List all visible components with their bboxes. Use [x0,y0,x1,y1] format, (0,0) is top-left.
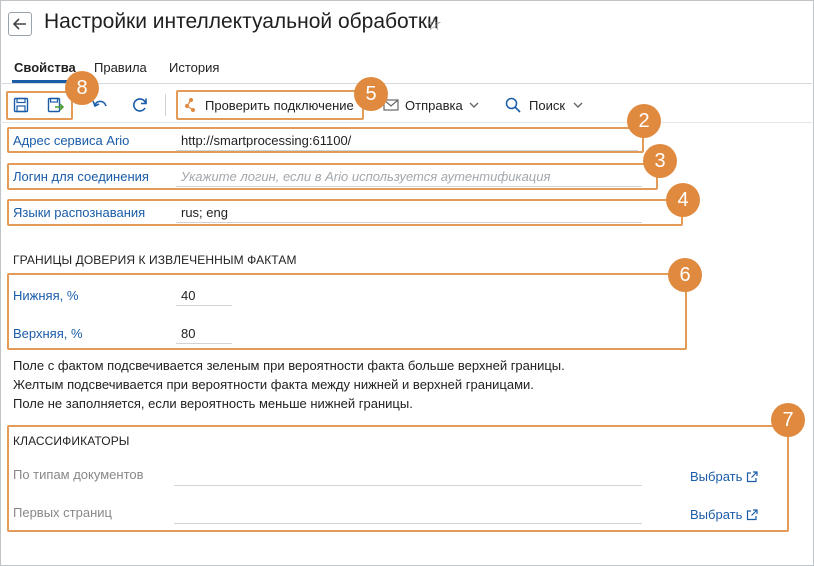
chevron-down-icon [573,102,583,108]
annotation-badge-8: 8 [65,71,99,105]
save-and-close-icon [47,97,65,113]
search-icon [505,97,521,113]
first-pages-underline [174,523,642,524]
check-connection-label: Проверить подключение [205,97,354,113]
select-doc-types-label: Выбрать [690,469,743,484]
save-button[interactable] [10,94,32,116]
tab-rules[interactable]: Правила [94,60,147,75]
select-first-pages-label: Выбрать [690,507,743,522]
tabs-divider [0,83,812,84]
description-line: Поле с фактом подсвечивается зеленым при… [13,358,565,373]
annotation-box-6 [7,273,687,350]
trust-section-title: ГРАНИЦЫ ДОВЕРИЯ К ИЗВЛЕЧЕННЫМ ФАКТАМ [13,253,297,267]
save-and-close-button[interactable] [45,94,67,116]
chevron-down-icon [469,102,479,108]
description-line: Желтым подсвечивается при вероятности фа… [13,377,534,392]
toolbar-separator [165,94,166,116]
languages-label: Языки распознавания [13,205,146,220]
star-outline-icon[interactable]: ☆ [426,14,442,35]
lower-bound-label: Нижняя, % [13,288,79,303]
arrow-left-icon [13,18,26,30]
tab-history[interactable]: История [169,60,219,75]
annotation-badge-5: 5 [354,77,388,111]
doc-types-underline [174,485,642,486]
page-title: Настройки интеллектуальной обработки [44,10,439,33]
lower-bound-input[interactable]: 40 [181,288,195,303]
doc-types-label: По типам документов [13,467,144,482]
check-connection-button[interactable]: Проверить подключение [184,96,354,114]
upper-bound-input[interactable]: 80 [181,326,195,341]
first-pages-label: Первых страниц [13,505,112,520]
search-menu-button[interactable]: Поиск [505,96,583,114]
service-address-underline [176,150,638,151]
service-address-input[interactable]: http://smartprocessing:61100/ [181,133,351,148]
description-line: Поле не заполняется, если вероятность ме… [13,396,413,411]
external-link-icon [747,508,758,520]
annotation-badge-4: 4 [666,183,700,217]
languages-input[interactable]: rus; eng [181,205,228,220]
send-label: Отправка [405,97,463,113]
select-doc-types-link[interactable]: Выбрать [690,469,758,484]
upper-bound-label: Верхняя, % [13,326,83,341]
login-input[interactable]: Укажите логин, если в Ario используется … [181,169,550,184]
refresh-button[interactable] [129,94,151,116]
search-label: Поиск [529,97,566,113]
back-button[interactable] [8,12,32,36]
refresh-icon [133,98,147,112]
login-label: Логин для соединения [13,169,149,184]
toolbar-divider [0,122,812,123]
annotation-badge-2: 2 [627,104,661,138]
annotation-badge-3: 3 [643,144,677,178]
external-link-icon [747,470,758,482]
tab-properties[interactable]: Свойства [14,60,76,75]
upper-bound-underline [176,343,232,344]
annotation-badge-6: 6 [668,258,702,292]
lower-bound-underline [176,305,232,306]
send-menu-button[interactable]: Отправка [383,96,479,114]
annotation-badge-7: 7 [771,403,805,437]
connection-icon [185,98,195,112]
classifiers-section-title: КЛАССИФИКАТОРЫ [13,434,130,448]
login-underline [176,186,642,187]
save-icon [13,97,29,113]
service-address-label: Адрес сервиса Ario [13,133,130,148]
languages-underline [176,222,642,223]
select-first-pages-link[interactable]: Выбрать [690,507,758,522]
